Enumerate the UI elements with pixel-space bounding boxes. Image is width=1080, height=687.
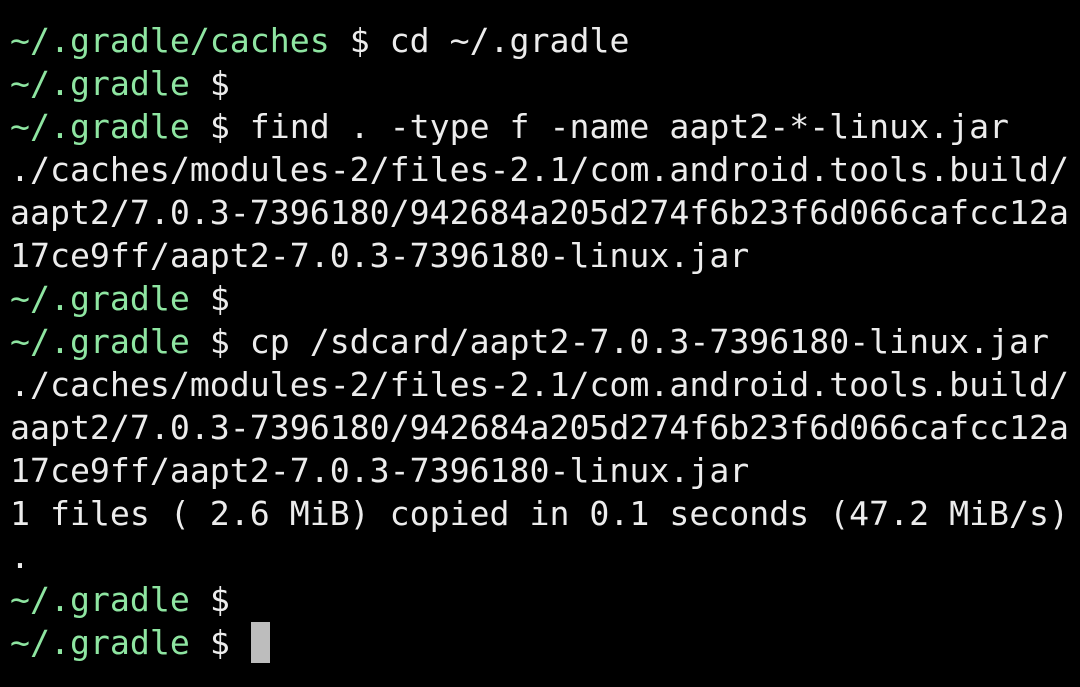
prompt-sign: $ <box>209 322 230 361</box>
prompt-line: ~/.gradle $ cp /sdcard/aapt2-7.0.3-73961… <box>10 320 1080 363</box>
output-line: ./caches/modules-2/files-2.1/com.android… <box>10 365 1069 404</box>
prompt-sign: $ <box>209 107 230 146</box>
prompt-sign: $ <box>209 279 230 318</box>
prompt-path: ~/.gradle <box>10 64 190 103</box>
prompt-path: ~/.gradle <box>10 580 190 619</box>
prompt-path: ~/.gradle <box>10 107 190 146</box>
prompt-line: ~/.gradle/caches $ cd ~/.gradle <box>10 19 1080 62</box>
command-text: cp /sdcard/aapt2-7.0.3-7396180-linux.jar <box>249 322 1050 361</box>
terminal-window[interactable]: ~/.gradle/caches $ cd ~/.gradle ~/.gradl… <box>0 0 1080 687</box>
prompt-sign: $ <box>209 64 230 103</box>
output-line: . <box>10 537 30 576</box>
prompt-path: ~/.gradle <box>10 322 190 361</box>
prompt-line: ~/.gradle $ <box>10 62 1080 105</box>
prompt-sign: $ <box>209 623 230 662</box>
output-line: 17ce9ff/aapt2-7.0.3-7396180-linux.jar <box>10 451 750 490</box>
text-cursor[interactable] <box>250 622 270 663</box>
output-line: 17ce9ff/aapt2-7.0.3-7396180-linux.jar <box>10 236 750 275</box>
command-text: cd ~/.gradle <box>389 21 630 60</box>
prompt-line: ~/.gradle $ <box>10 578 1080 621</box>
prompt-path: ~/.gradle <box>10 623 190 662</box>
output-line: aapt2/7.0.3-7396180/942684a205d274f6b23f… <box>10 408 1069 447</box>
prompt-sign: $ <box>209 580 230 619</box>
prompt-path: ~/.gradle/caches <box>10 21 330 60</box>
prompt-line: ~/.gradle $ find . -type f -name aapt2-*… <box>10 105 1080 148</box>
prompt-line: ~/.gradle $ <box>10 277 1080 320</box>
command-text: find . -type f -name aapt2-*-linux.jar <box>249 107 1010 146</box>
output-line: 1 files ( 2.6 MiB) copied in 0.1 seconds… <box>10 494 1069 533</box>
output-line: aapt2/7.0.3-7396180/942684a205d274f6b23f… <box>10 193 1069 232</box>
prompt-sign: $ <box>349 21 370 60</box>
output-line: ./caches/modules-2/files-2.1/com.android… <box>10 150 1069 189</box>
active-prompt-line[interactable]: ~/.gradle $ <box>10 621 1080 664</box>
prompt-path: ~/.gradle <box>10 279 190 318</box>
